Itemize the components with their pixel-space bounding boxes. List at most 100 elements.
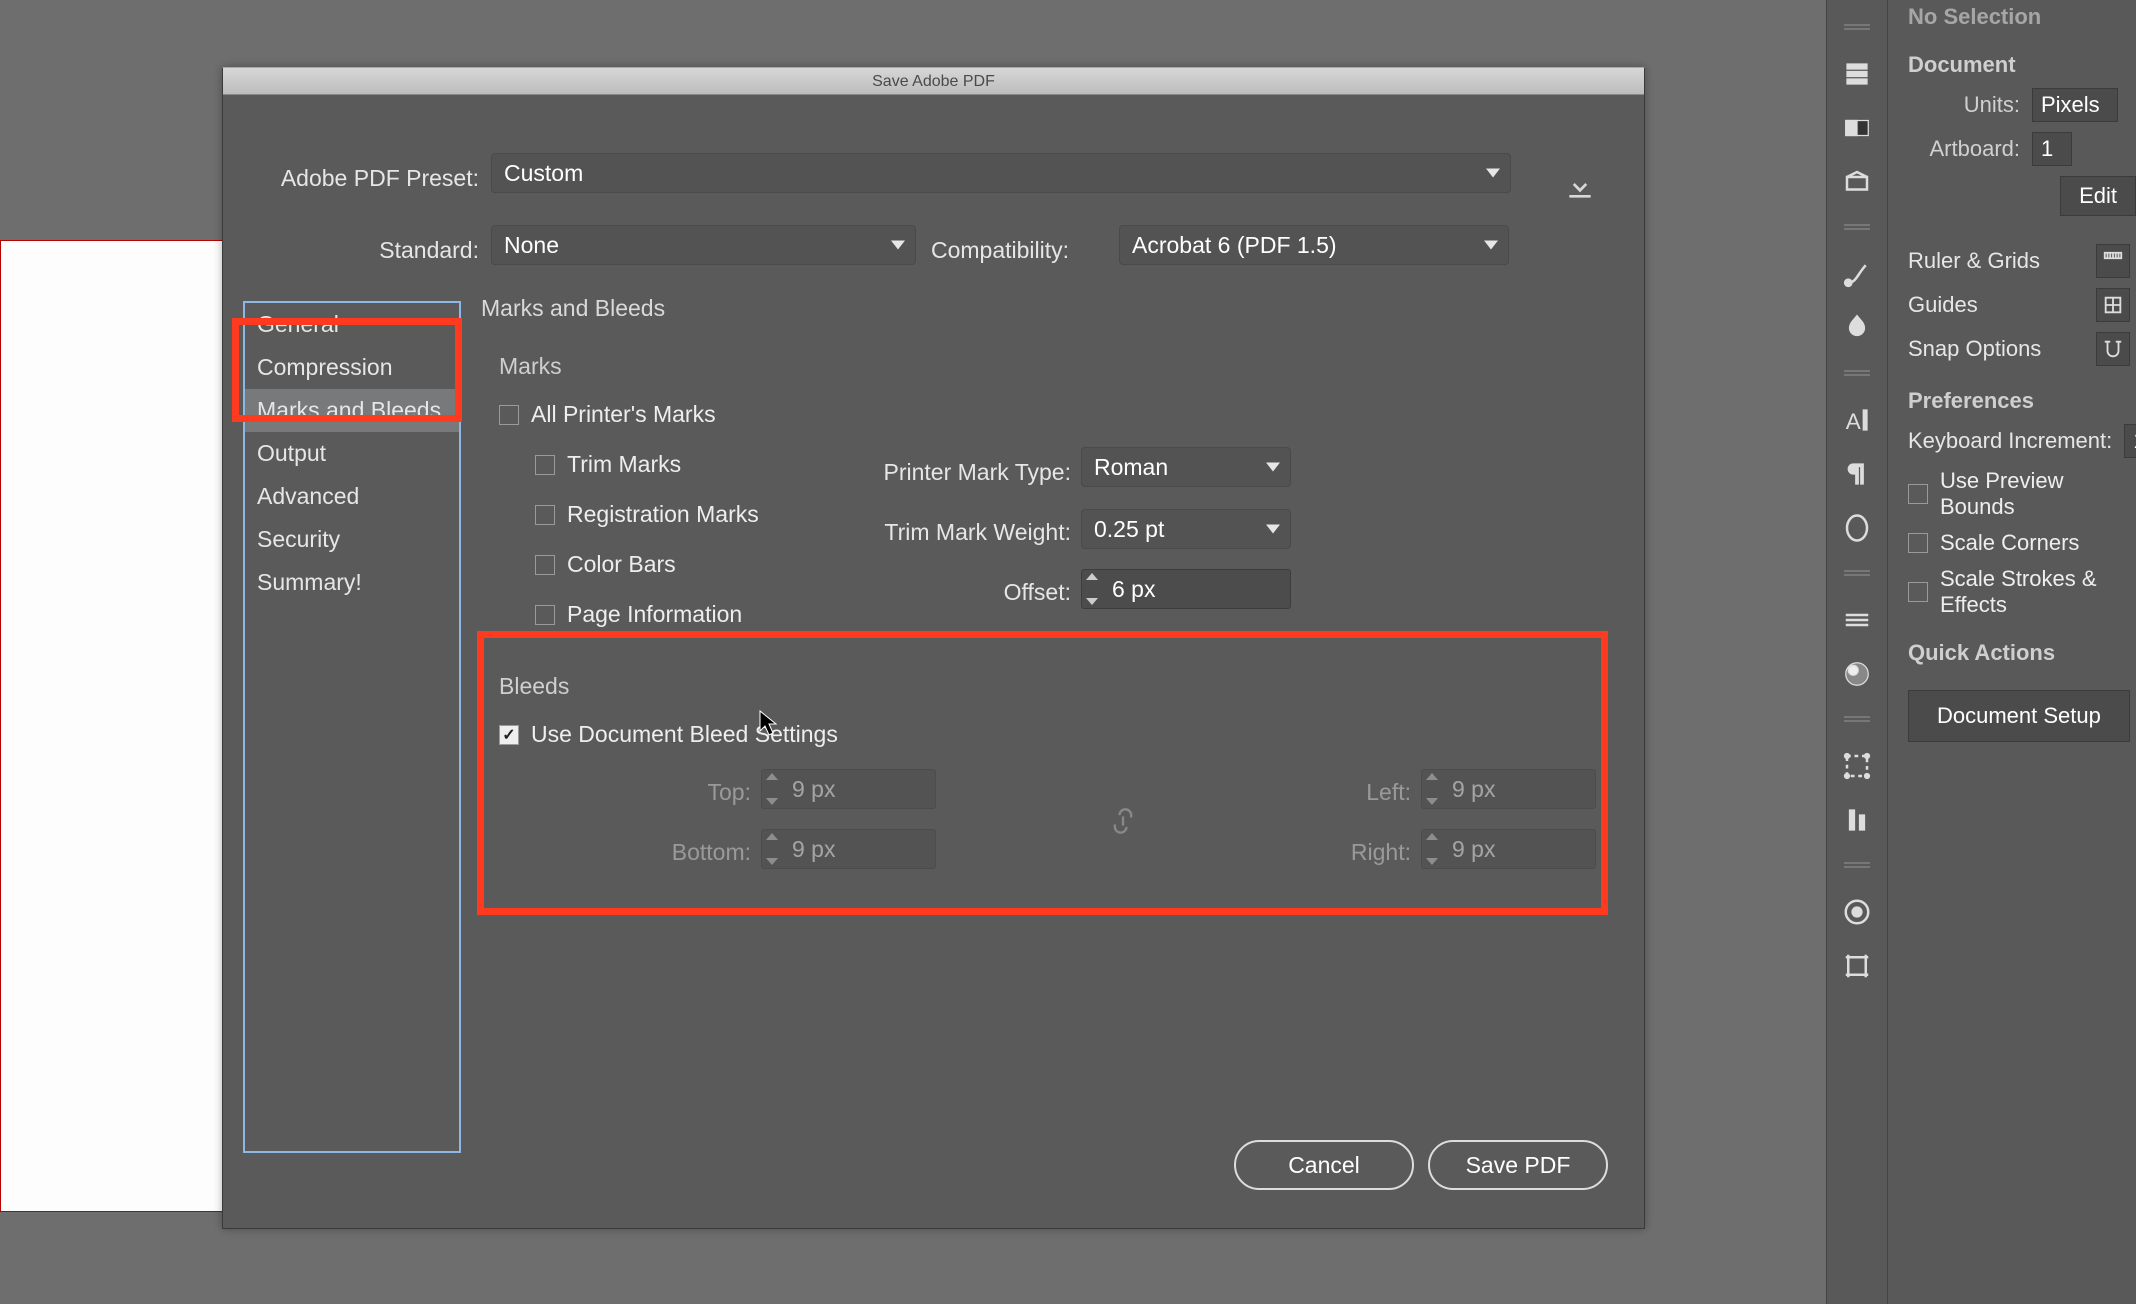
canvas-document [0,240,225,1212]
ruler-icon[interactable] [2096,244,2130,278]
snap-options-label: Snap Options [1908,336,2041,362]
marks-heading: Marks [499,353,562,380]
stepper-icon [1426,833,1444,865]
no-selection-label: No Selection [1908,4,2136,30]
marks-bleeds-panel: Marks and Bleeds Marks All Printer's Mar… [481,95,1644,1228]
category-list: General Compression Marks and Bleeds Out… [243,301,461,1153]
libraries-icon[interactable] [1839,164,1875,200]
bleed-left-input: 9 px [1421,769,1596,809]
gradient-icon[interactable] [1839,656,1875,692]
layers-icon[interactable] [1839,110,1875,146]
grip-icon [1844,716,1870,724]
stepper-icon [1426,773,1444,805]
brushes-icon[interactable] [1839,256,1875,292]
units-select[interactable]: Pixels [2032,88,2118,122]
bleed-left-label: Left: [1221,779,1411,806]
grip-icon [1844,570,1870,578]
artboard-input[interactable]: 1 [2032,132,2072,166]
color-bars-label: Color Bars [567,551,676,578]
use-preview-bounds-label: Use Preview Bounds [1940,468,2136,520]
align-icon[interactable] [1839,802,1875,838]
use-document-bleed-label: Use Document Bleed Settings [531,721,838,748]
preset-label: Adobe PDF Preset: [223,165,479,192]
use-document-bleed-checkbox[interactable] [499,725,519,745]
artboard-label: Artboard: [1908,136,2020,162]
preferences-heading: Preferences [1908,388,2136,414]
link-values-icon [1109,801,1137,841]
category-output[interactable]: Output [245,432,459,475]
trim-mark-weight-value: 0.25 pt [1094,516,1164,543]
category-security[interactable]: Security [245,518,459,561]
all-printers-marks-checkbox[interactable] [499,405,519,425]
color-bars-checkbox[interactable] [535,555,555,575]
bleed-right-value: 9 px [1452,836,1495,863]
scale-corners-checkbox[interactable] [1908,533,1928,553]
page-info-checkbox[interactable] [535,605,555,625]
chevron-down-icon [1266,463,1280,472]
stroke-icon[interactable] [1839,602,1875,638]
category-summary[interactable]: Summary! [245,561,459,604]
bleed-bottom-input: 9 px [761,829,936,869]
grip-icon [1844,224,1870,232]
save-pdf-button[interactable]: Save PDF [1428,1140,1608,1190]
category-general[interactable]: General [245,303,459,346]
cancel-button[interactable]: Cancel [1234,1140,1414,1190]
paragraph-icon[interactable] [1839,456,1875,492]
scale-strokes-checkbox[interactable] [1908,582,1928,602]
properties-icon[interactable] [1839,56,1875,92]
keyboard-increment-label: Keyboard Increment: [1908,428,2112,454]
bleed-right-label: Right: [1221,839,1411,866]
registration-marks-label: Registration Marks [567,501,759,528]
dialog-title: Save Adobe PDF [223,68,1644,95]
category-marks-bleeds[interactable]: Marks and Bleeds [245,389,459,432]
panel-icon-rail: A [1826,0,1888,1304]
trim-marks-label: Trim Marks [567,451,681,478]
standard-label: Standard: [223,237,479,264]
offset-input[interactable]: 6 px [1081,569,1291,609]
grip-icon [1844,370,1870,378]
registration-marks-checkbox[interactable] [535,505,555,525]
bleed-right-input: 9 px [1421,829,1596,869]
printer-mark-type-label: Printer Mark Type: [801,459,1071,486]
offset-label: Offset: [801,579,1071,606]
symbols-icon[interactable] [1839,310,1875,346]
guides-icon[interactable] [2096,288,2130,322]
stepper-icon [766,773,784,805]
bleed-top-value: 9 px [792,776,835,803]
category-advanced[interactable]: Advanced [245,475,459,518]
ruler-grids-label: Ruler & Grids [1908,248,2040,274]
panel-title: Marks and Bleeds [481,295,665,322]
offset-value: 6 px [1112,576,1155,603]
scale-corners-label: Scale Corners [1940,530,2079,556]
transform-icon[interactable] [1839,748,1875,784]
bleeds-heading: Bleeds [499,673,569,700]
units-label: Units: [1908,92,2020,118]
grip-icon [1844,862,1870,870]
save-pdf-dialog: Save Adobe PDF Adobe PDF Preset: Custom … [222,67,1645,1229]
svg-text:A: A [1846,409,1861,434]
printer-mark-type-value: Roman [1094,454,1168,481]
edit-artboards-button[interactable]: Edit [2060,176,2136,216]
bleed-bottom-value: 9 px [792,836,835,863]
character-icon[interactable]: A [1839,402,1875,438]
bleed-top-label: Top: [561,779,751,806]
opentype-icon[interactable] [1839,510,1875,546]
trim-marks-checkbox[interactable] [535,455,555,475]
stepper-icon[interactable] [1086,573,1104,605]
printer-mark-type-select[interactable]: Roman [1081,447,1291,487]
artboards-icon[interactable] [1839,948,1875,984]
chevron-down-icon [1266,525,1280,534]
appearance-icon[interactable] [1839,894,1875,930]
category-compression[interactable]: Compression [245,346,459,389]
keyboard-increment-input[interactable]: 1 [2124,424,2136,458]
all-printers-marks-label: All Printer's Marks [531,401,716,428]
snap-icon[interactable] [2096,332,2130,366]
document-setup-button[interactable]: Document Setup [1908,690,2130,742]
stepper-icon [766,833,784,865]
use-preview-bounds-checkbox[interactable] [1908,484,1928,504]
trim-mark-weight-select[interactable]: 0.25 pt [1081,509,1291,549]
guides-label: Guides [1908,292,1978,318]
page-info-label: Page Information [567,601,742,628]
bleed-top-input: 9 px [761,769,936,809]
document-heading: Document [1908,52,2136,78]
